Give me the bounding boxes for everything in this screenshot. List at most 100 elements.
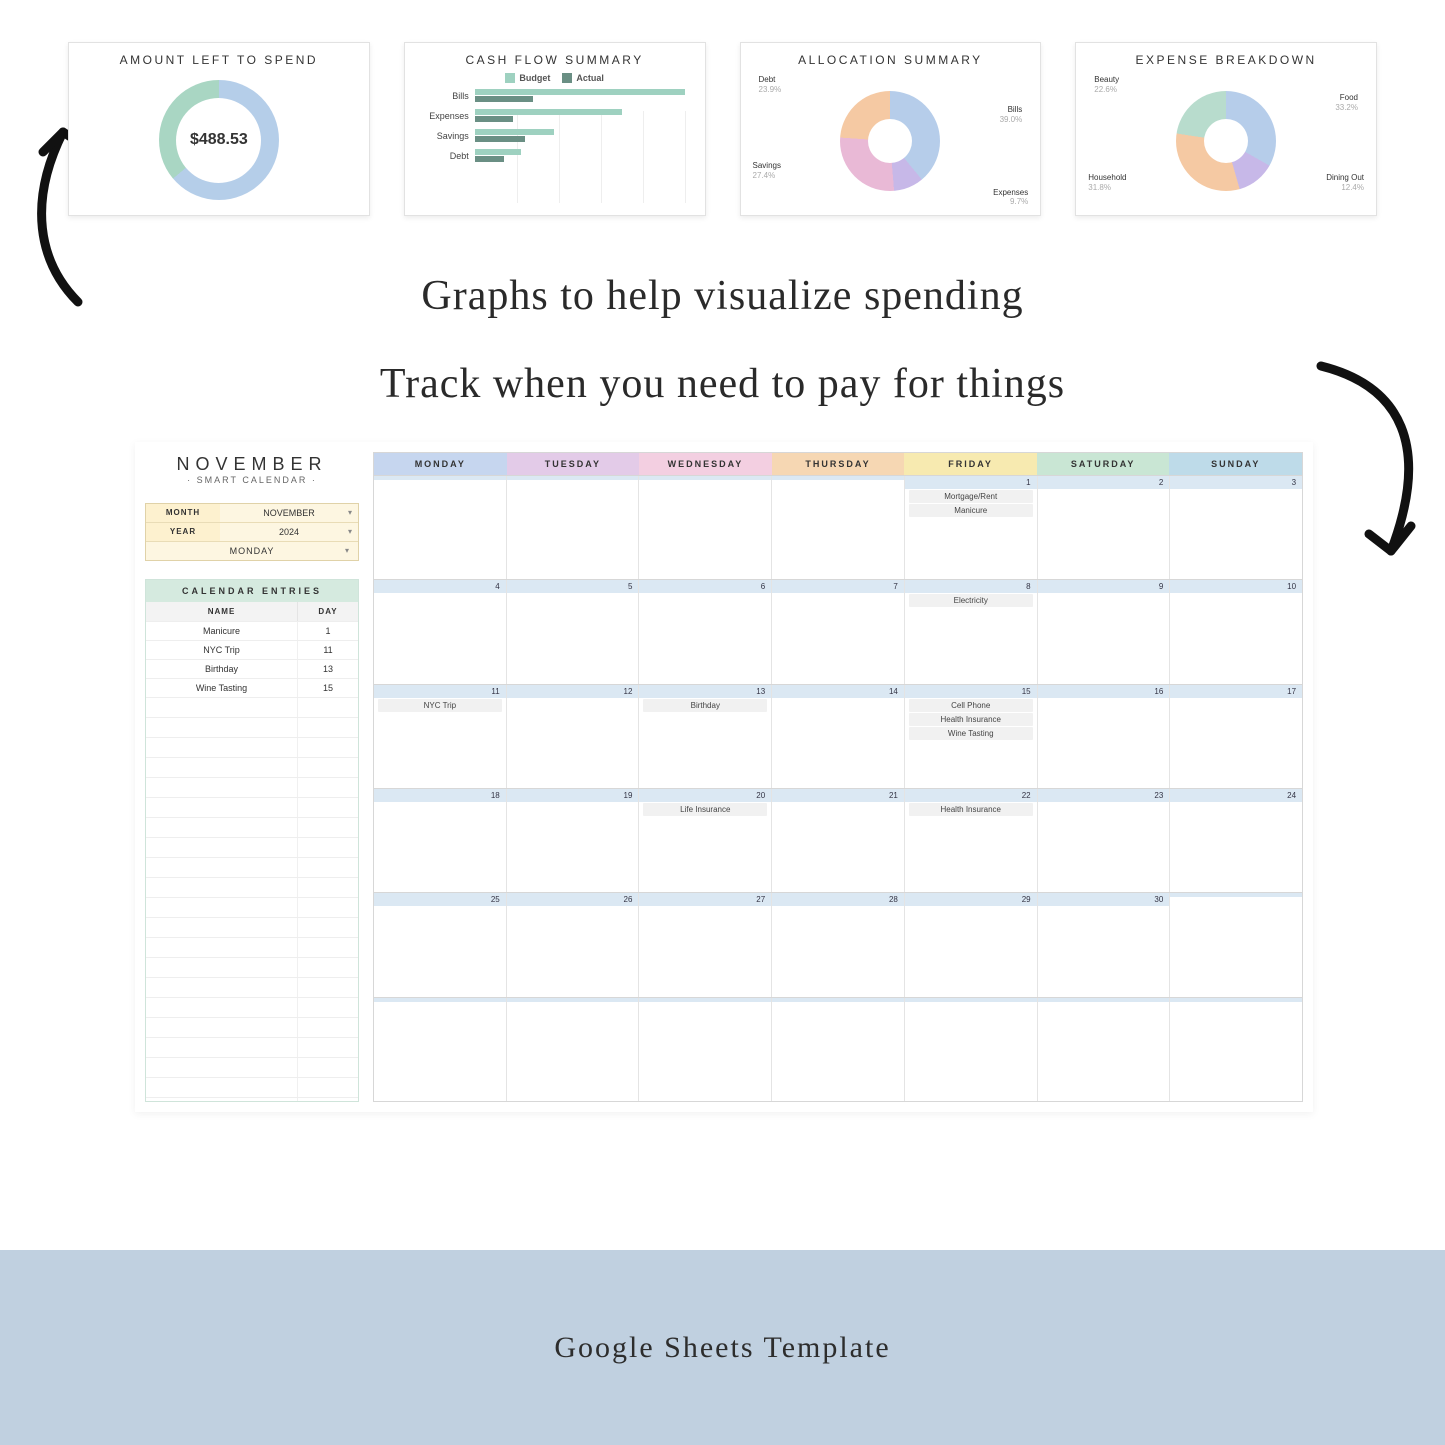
slice-label-bills: Bills39.0% (1000, 105, 1023, 124)
day-number (374, 998, 506, 1002)
calendar-day-cell[interactable] (1169, 893, 1302, 996)
entry-row[interactable]: Wine Tasting15 (146, 678, 358, 697)
calendar-day-cell[interactable]: 11NYC Trip (374, 685, 506, 788)
calendar-day-cell[interactable]: 6 (638, 580, 771, 683)
entry-row-empty[interactable] (146, 857, 358, 877)
calendar-day-cell[interactable]: 21 (771, 789, 904, 892)
entry-row-empty[interactable] (146, 917, 358, 937)
calendar-day-cell[interactable] (638, 998, 771, 1101)
headline-track: Track when you need to pay for things (0, 360, 1445, 408)
calendar-day-cell[interactable]: 4 (374, 580, 506, 683)
day-event: Life Insurance (643, 803, 767, 816)
calendar-day-cell[interactable] (506, 476, 639, 579)
entry-row-empty[interactable] (146, 957, 358, 977)
calendar-day-cell[interactable]: 15Cell PhoneHealth InsuranceWine Tasting (904, 685, 1037, 788)
day-event: Health Insurance (909, 803, 1033, 816)
calendar-day-cell[interactable]: 29 (904, 893, 1037, 996)
bar-label: Savings (425, 131, 469, 141)
calendar-day-cell[interactable]: 26 (506, 893, 639, 996)
day-number (507, 998, 639, 1002)
entries-col-name: NAME (146, 602, 298, 621)
slice-label-food: Food33.2% (1335, 93, 1358, 112)
day-number: 18 (374, 789, 506, 802)
entry-row-empty[interactable] (146, 1077, 358, 1097)
entry-row-empty[interactable] (146, 1017, 358, 1037)
calendar-day-cell[interactable] (771, 998, 904, 1101)
calendar-day-cell[interactable]: 25 (374, 893, 506, 996)
calendar-day-cell[interactable] (374, 476, 506, 579)
day-number: 1 (905, 476, 1037, 489)
calendar-day-cell[interactable]: 17 (1169, 685, 1302, 788)
calendar-day-cell[interactable]: 16 (1037, 685, 1170, 788)
day-header: MONDAY (374, 453, 507, 475)
calendar-day-cell[interactable]: 14 (771, 685, 904, 788)
calendar-day-cell[interactable]: 20Life Insurance (638, 789, 771, 892)
day-header: TUESDAY (507, 453, 640, 475)
bar-row: Expenses (425, 109, 685, 123)
day-event: Health Insurance (909, 713, 1033, 726)
calendar-day-cell[interactable]: 18 (374, 789, 506, 892)
entry-row-empty[interactable] (146, 897, 358, 917)
entry-row-empty[interactable] (146, 997, 358, 1017)
startday-dropdown[interactable]: MONDAY (146, 542, 358, 560)
calendar-day-cell[interactable]: 12 (506, 685, 639, 788)
entry-row-empty[interactable] (146, 777, 358, 797)
month-dropdown[interactable]: NOVEMBER (220, 504, 358, 522)
calendar-day-cell[interactable] (374, 998, 506, 1101)
calendar-day-cell[interactable] (904, 998, 1037, 1101)
calendar-day-cell[interactable]: 9 (1037, 580, 1170, 683)
slice-label-savings: Savings27.4% (753, 161, 781, 180)
day-number: 24 (1170, 789, 1302, 802)
entry-row-empty[interactable] (146, 1037, 358, 1057)
entry-row-empty[interactable] (146, 717, 358, 737)
calendar-day-cell[interactable]: 2 (1037, 476, 1170, 579)
calendar-day-cell[interactable]: 10 (1169, 580, 1302, 683)
calendar-day-cell[interactable]: 24 (1169, 789, 1302, 892)
entry-row-empty[interactable] (146, 737, 358, 757)
calendar-day-cell[interactable]: 19 (506, 789, 639, 892)
calendar-day-cell[interactable]: 23 (1037, 789, 1170, 892)
entry-row[interactable]: Birthday13 (146, 659, 358, 678)
calendar-day-cell[interactable] (638, 476, 771, 579)
calendar-day-cell[interactable]: 27 (638, 893, 771, 996)
legend-budget: Budget (519, 73, 550, 83)
month-label: MONTH (146, 504, 220, 522)
entry-row-empty[interactable] (146, 837, 358, 857)
entry-row-empty[interactable] (146, 757, 358, 777)
calendar-day-cell[interactable] (506, 998, 639, 1101)
entry-row-empty[interactable] (146, 1057, 358, 1077)
card-title: CASH FLOW SUMMARY (417, 53, 693, 67)
day-number: 4 (374, 580, 506, 593)
day-number (639, 476, 771, 480)
day-number: 13 (639, 685, 771, 698)
day-number: 22 (905, 789, 1037, 802)
entry-row-empty[interactable] (146, 977, 358, 997)
calendar-day-cell[interactable] (771, 476, 904, 579)
entry-row[interactable]: NYC Trip11 (146, 640, 358, 659)
calendar-day-cell[interactable]: 1Mortgage/RentManicure (904, 476, 1037, 579)
day-number: 2 (1038, 476, 1170, 489)
calendar-day-cell[interactable] (1169, 998, 1302, 1101)
calendar-day-cell[interactable]: 28 (771, 893, 904, 996)
day-event: Manicure (909, 504, 1033, 517)
entry-row-empty[interactable] (146, 697, 358, 717)
entry-row-empty[interactable] (146, 1097, 358, 1102)
slice-label-beauty: Beauty22.6% (1094, 75, 1119, 94)
calendar-day-cell[interactable]: 3 (1169, 476, 1302, 579)
calendar-day-cell[interactable]: 22Health Insurance (904, 789, 1037, 892)
entry-row-empty[interactable] (146, 797, 358, 817)
entry-row-empty[interactable] (146, 937, 358, 957)
calendar-day-cell[interactable]: 5 (506, 580, 639, 683)
calendar-day-cell[interactable]: 7 (771, 580, 904, 683)
calendar-day-cell[interactable] (1037, 998, 1170, 1101)
day-number (772, 476, 904, 480)
slice-label-household: Household31.8% (1088, 173, 1126, 192)
day-number (639, 998, 771, 1002)
entry-row[interactable]: Manicure1 (146, 621, 358, 640)
calendar-day-cell[interactable]: 13Birthday (638, 685, 771, 788)
year-dropdown[interactable]: 2024 (220, 523, 358, 541)
calendar-day-cell[interactable]: 30 (1037, 893, 1170, 996)
calendar-day-cell[interactable]: 8Electricity (904, 580, 1037, 683)
entry-row-empty[interactable] (146, 817, 358, 837)
entry-row-empty[interactable] (146, 877, 358, 897)
